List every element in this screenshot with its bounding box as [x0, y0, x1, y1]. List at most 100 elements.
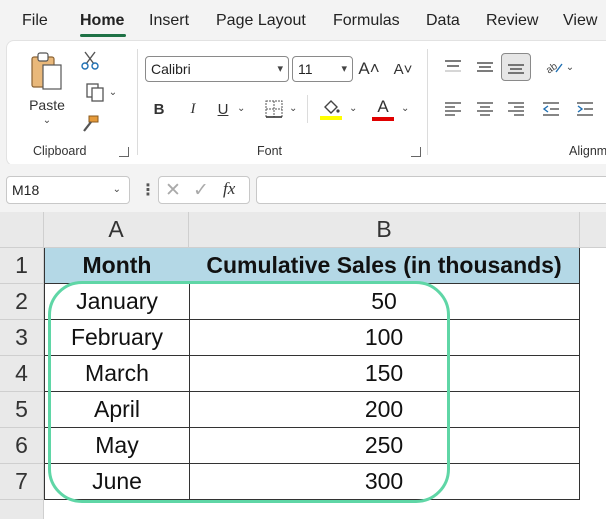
decrease-indent-button[interactable] — [539, 97, 563, 121]
tab-home[interactable]: Home — [80, 12, 124, 30]
increase-font-icon: A˄ — [358, 59, 380, 78]
cell-a7[interactable]: June — [44, 464, 190, 500]
chevron-down-icon: ▾ — [341, 63, 347, 75]
tab-view[interactable]: View — [563, 12, 597, 30]
cut-button[interactable] — [79, 49, 101, 71]
decrease-indent-icon — [542, 102, 559, 116]
paste-label: Paste — [29, 97, 65, 113]
tab-review[interactable]: Review — [486, 12, 538, 30]
cell-b1[interactable]: Cumulative Sales (in thousands) — [189, 248, 580, 284]
underline-button[interactable]: U — [213, 97, 233, 121]
row-header-1[interactable]: 1 — [0, 248, 44, 284]
group-label-font: Font — [257, 144, 283, 158]
format-painter-button[interactable] — [79, 113, 101, 135]
bold-icon: B — [153, 100, 165, 118]
paste-button[interactable]: Paste ⌄ — [25, 51, 69, 133]
row-header-7[interactable]: 7 — [0, 464, 44, 500]
row-header-4[interactable]: 4 — [0, 356, 44, 392]
row-header-8[interactable] — [0, 500, 44, 519]
font-size-value: 11 — [298, 61, 313, 77]
copy-button[interactable]: ⌄ — [79, 81, 123, 103]
name-box-value: M18 — [12, 182, 40, 198]
row-header-6[interactable]: 6 — [0, 428, 44, 464]
copy-icon — [86, 83, 104, 102]
column-header-a[interactable]: A — [44, 212, 189, 248]
select-all-corner[interactable] — [0, 212, 44, 248]
align-middle-icon — [477, 62, 493, 72]
borders-icon — [265, 100, 283, 118]
cell-a5[interactable]: April — [44, 392, 190, 428]
svg-text:ab: ab — [544, 61, 560, 76]
orientation-button[interactable]: ab ⌄ — [539, 55, 579, 79]
row-header-3[interactable]: 3 — [0, 320, 44, 356]
align-left-button[interactable] — [441, 97, 465, 121]
group-divider — [137, 49, 138, 155]
tab-file[interactable]: File — [22, 12, 48, 30]
formula-buttons: ✕ ✓ fx — [158, 176, 250, 204]
cell-a2[interactable]: January — [44, 284, 190, 320]
chevron-down-icon: ▾ — [277, 63, 283, 75]
tab-formulas[interactable]: Formulas — [333, 12, 400, 30]
group-label-clipboard: Clipboard — [33, 144, 87, 158]
align-bottom-icon — [508, 64, 524, 74]
underline-icon: U — [217, 100, 229, 118]
align-right-button[interactable] — [504, 97, 528, 121]
row-header-2[interactable]: 2 — [0, 284, 44, 320]
chevron-down-icon[interactable]: ⌄ — [349, 103, 357, 114]
tab-insert[interactable]: Insert — [149, 12, 189, 30]
chevron-down-icon[interactable]: ⌄ — [289, 103, 297, 114]
italic-button[interactable]: I — [183, 97, 203, 121]
tab-data[interactable]: Data — [426, 12, 460, 30]
chevron-down-icon[interactable]: ⌄ — [401, 103, 409, 114]
increase-font-size-button[interactable]: A˄ — [357, 57, 381, 81]
chevron-down-icon: ⌄ — [42, 115, 52, 126]
formula-input[interactable] — [256, 176, 606, 204]
font-name-select[interactable]: Calibri ▾ — [145, 56, 289, 82]
bold-button[interactable]: B — [149, 97, 169, 121]
cell-b5[interactable]: 200 — [189, 392, 580, 428]
middle-align-button[interactable] — [473, 55, 497, 79]
top-align-button[interactable] — [441, 55, 465, 79]
row-header-5[interactable]: 5 — [0, 392, 44, 428]
cancel-icon[interactable]: ✕ — [165, 179, 181, 202]
cell-a6[interactable]: May — [44, 428, 190, 464]
ribbon: Paste ⌄ ⌄ Clipboard Calibri ▾ 11 ▾ A˄ A˅ — [6, 40, 606, 166]
cell-a4[interactable]: March — [44, 356, 190, 392]
clipboard-paste-icon — [31, 52, 62, 90]
cell-b3[interactable]: 100 — [189, 320, 580, 356]
chevron-down-icon: ⌄ — [565, 61, 575, 73]
chevron-down-icon[interactable]: ⌄ — [237, 103, 245, 114]
cell-b7[interactable]: 300 — [189, 464, 580, 500]
insert-function-icon[interactable]: fx — [223, 179, 235, 199]
align-center-button[interactable] — [473, 97, 497, 121]
increase-indent-icon — [577, 102, 593, 116]
vertical-dots-icon[interactable]: ⋮ — [140, 180, 156, 200]
dialog-launcher-icon[interactable] — [411, 147, 421, 157]
cell-b4[interactable]: 150 — [189, 356, 580, 392]
chevron-down-icon: ⌄ — [108, 86, 118, 98]
cell-a3[interactable]: February — [44, 320, 190, 356]
column-header-b[interactable]: B — [189, 212, 580, 248]
tab-page-layout[interactable]: Page Layout — [216, 12, 306, 30]
align-right-icon — [508, 102, 524, 116]
fill-color-button[interactable] — [319, 95, 343, 123]
cell-b2[interactable]: 50 — [189, 284, 580, 320]
fill-color-swatch — [320, 115, 342, 120]
font-name-value: Calibri — [151, 61, 191, 77]
name-box[interactable]: M18 ⌄ — [6, 176, 130, 204]
decrease-font-icon: A˅ — [393, 60, 413, 78]
active-tab-indicator — [80, 34, 126, 37]
align-top-icon — [445, 60, 461, 72]
bottom-align-button[interactable] — [501, 53, 531, 81]
dialog-launcher-icon[interactable] — [119, 147, 129, 157]
check-icon[interactable]: ✓ — [193, 179, 209, 202]
decrease-font-size-button[interactable]: A˅ — [391, 57, 415, 81]
font-color-button[interactable]: A — [371, 95, 395, 123]
cell-b6[interactable]: 250 — [189, 428, 580, 464]
font-size-select[interactable]: 11 ▾ — [292, 56, 353, 82]
worksheet-grid: A B 1 2 3 4 5 6 7 Month Cumulative Sales… — [0, 212, 606, 519]
increase-indent-button[interactable] — [573, 97, 597, 121]
borders-button[interactable] — [263, 97, 285, 121]
cell-a1[interactable]: Month — [44, 248, 190, 284]
column-header-c[interactable] — [580, 212, 606, 248]
